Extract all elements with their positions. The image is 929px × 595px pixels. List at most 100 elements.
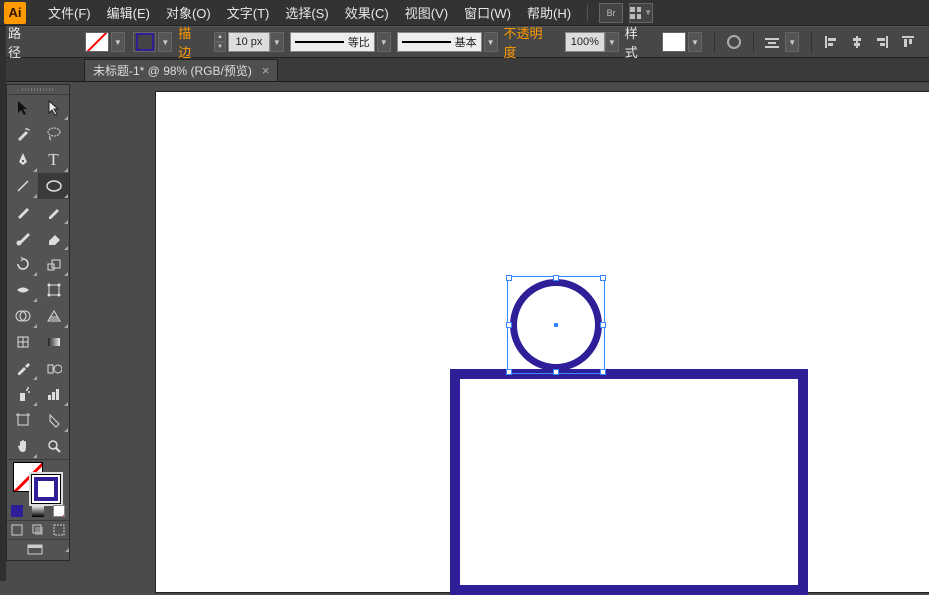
separator [753, 31, 754, 53]
opacity-input[interactable] [565, 32, 605, 52]
opacity-dropdown[interactable]: ▼ [605, 32, 619, 52]
selection-tool[interactable] [7, 95, 38, 121]
arrange-docs-button[interactable]: ▼ [629, 3, 653, 23]
width-profile-dropdown[interactable]: ▼ [377, 32, 391, 52]
align-center-button[interactable] [846, 32, 868, 52]
selection-handle[interactable] [553, 369, 559, 375]
selection-center-point[interactable] [554, 323, 558, 327]
menu-edit[interactable]: 编辑(E) [99, 0, 158, 26]
recolor-button[interactable] [723, 32, 745, 52]
type-tool[interactable]: T [38, 147, 69, 173]
circle-selection-group[interactable] [510, 279, 602, 371]
mesh-tool[interactable] [7, 329, 38, 355]
draw-normal-icon [11, 524, 23, 536]
selection-handle[interactable] [600, 275, 606, 281]
spray-icon [15, 386, 31, 402]
selection-handle[interactable] [506, 322, 512, 328]
rectangle-shape[interactable] [450, 369, 808, 595]
blob-brush-tool[interactable] [7, 225, 38, 251]
draw-behind[interactable] [28, 521, 49, 539]
step-down[interactable]: ▼ [214, 42, 226, 52]
menu-select[interactable]: 选择(S) [277, 0, 336, 26]
direct-selection-tool[interactable] [38, 95, 69, 121]
fill-dropdown[interactable]: ▼ [111, 32, 125, 52]
slice-tool[interactable] [38, 407, 69, 433]
canvas-area[interactable] [72, 82, 929, 581]
stroke-width-input[interactable] [228, 32, 270, 52]
fill-stroke-swatches[interactable] [7, 460, 69, 502]
lasso-tool[interactable] [38, 121, 69, 147]
zoom-tool[interactable] [38, 433, 69, 459]
menu-bar: Ai 文件(F) 编辑(E) 对象(O) 文字(T) 选择(S) 效果(C) 视… [0, 0, 929, 26]
draw-inside[interactable] [48, 521, 69, 539]
artboard-tool[interactable] [7, 407, 38, 433]
selection-type-label: 路径 [8, 23, 34, 61]
width-profile-select[interactable]: 等比 [290, 32, 375, 52]
menu-file[interactable]: 文件(F) [40, 0, 99, 26]
style-swatch[interactable] [662, 32, 686, 52]
lasso-icon [46, 126, 62, 142]
menu-view[interactable]: 视图(V) [397, 0, 456, 26]
tab-close-button[interactable]: × [262, 63, 270, 78]
gradient-tool[interactable] [38, 329, 69, 355]
align-dropdown[interactable]: ▼ [785, 32, 799, 52]
stroke-swatch[interactable] [133, 32, 157, 52]
ellipse-tool[interactable] [38, 173, 69, 199]
scale-tool[interactable] [38, 251, 69, 277]
color-mode-gradient[interactable] [28, 502, 49, 520]
graph-tool[interactable] [38, 381, 69, 407]
color-mode-solid[interactable] [7, 502, 28, 520]
screen-mode[interactable] [7, 544, 62, 556]
line-tool[interactable] [7, 173, 38, 199]
stroke-swatch-large[interactable] [31, 474, 61, 504]
rotate-tool[interactable] [7, 251, 38, 277]
shape-builder-tool[interactable] [7, 303, 38, 329]
menu-effect[interactable]: 效果(C) [337, 0, 397, 26]
align-left-button[interactable] [820, 32, 842, 52]
color-mode-none[interactable] [48, 502, 69, 520]
width-tool[interactable] [7, 277, 38, 303]
panel-grip[interactable] [7, 85, 69, 95]
pen-tool[interactable] [7, 147, 38, 173]
artboard-icon [15, 412, 31, 428]
selection-handle[interactable] [506, 369, 512, 375]
draw-inside-icon [53, 524, 65, 536]
brush-select[interactable]: 基本 [397, 32, 482, 52]
chevron-down-icon: ▼ [644, 8, 652, 17]
pencil-tool[interactable] [38, 199, 69, 225]
align-top-button[interactable] [897, 32, 919, 52]
stroke-width-dropdown[interactable]: ▼ [270, 32, 284, 52]
eraser-tool[interactable] [38, 225, 69, 251]
selection-handle[interactable] [600, 369, 606, 375]
stroke-dropdown[interactable]: ▼ [158, 32, 172, 52]
draw-normal[interactable] [7, 521, 28, 539]
colorwheel-icon [727, 35, 741, 49]
align-icon [765, 36, 779, 48]
hand-tool[interactable] [7, 433, 38, 459]
mesh-icon [15, 334, 31, 350]
align-right-button[interactable] [872, 32, 894, 52]
document-tab[interactable]: 未标题-1* @ 98% (RGB/预览) × [84, 59, 278, 81]
menu-type[interactable]: 文字(T) [219, 0, 278, 26]
eyedropper-tool[interactable] [7, 355, 38, 381]
brush-dropdown[interactable]: ▼ [484, 32, 498, 52]
magic-wand-tool[interactable] [7, 121, 38, 147]
selection-handle[interactable] [553, 275, 559, 281]
stroke-width-stepper[interactable]: ▲ ▼ [214, 32, 226, 52]
selection-handle[interactable] [506, 275, 512, 281]
align-panel-button[interactable] [762, 32, 784, 52]
step-up[interactable]: ▲ [214, 32, 226, 42]
gradient-icon [46, 335, 62, 349]
bridge-button[interactable]: Br [599, 3, 623, 23]
style-dropdown[interactable]: ▼ [688, 32, 702, 52]
paintbrush-tool[interactable] [7, 199, 38, 225]
screen-icon [27, 544, 43, 556]
free-transform-tool[interactable] [38, 277, 69, 303]
blend-tool[interactable] [38, 355, 69, 381]
fill-swatch[interactable] [85, 32, 109, 52]
blend-icon [46, 361, 62, 375]
slice-icon [46, 412, 62, 428]
perspective-grid-tool[interactable] [38, 303, 69, 329]
selection-handle[interactable] [600, 322, 606, 328]
symbol-sprayer-tool[interactable] [7, 381, 38, 407]
